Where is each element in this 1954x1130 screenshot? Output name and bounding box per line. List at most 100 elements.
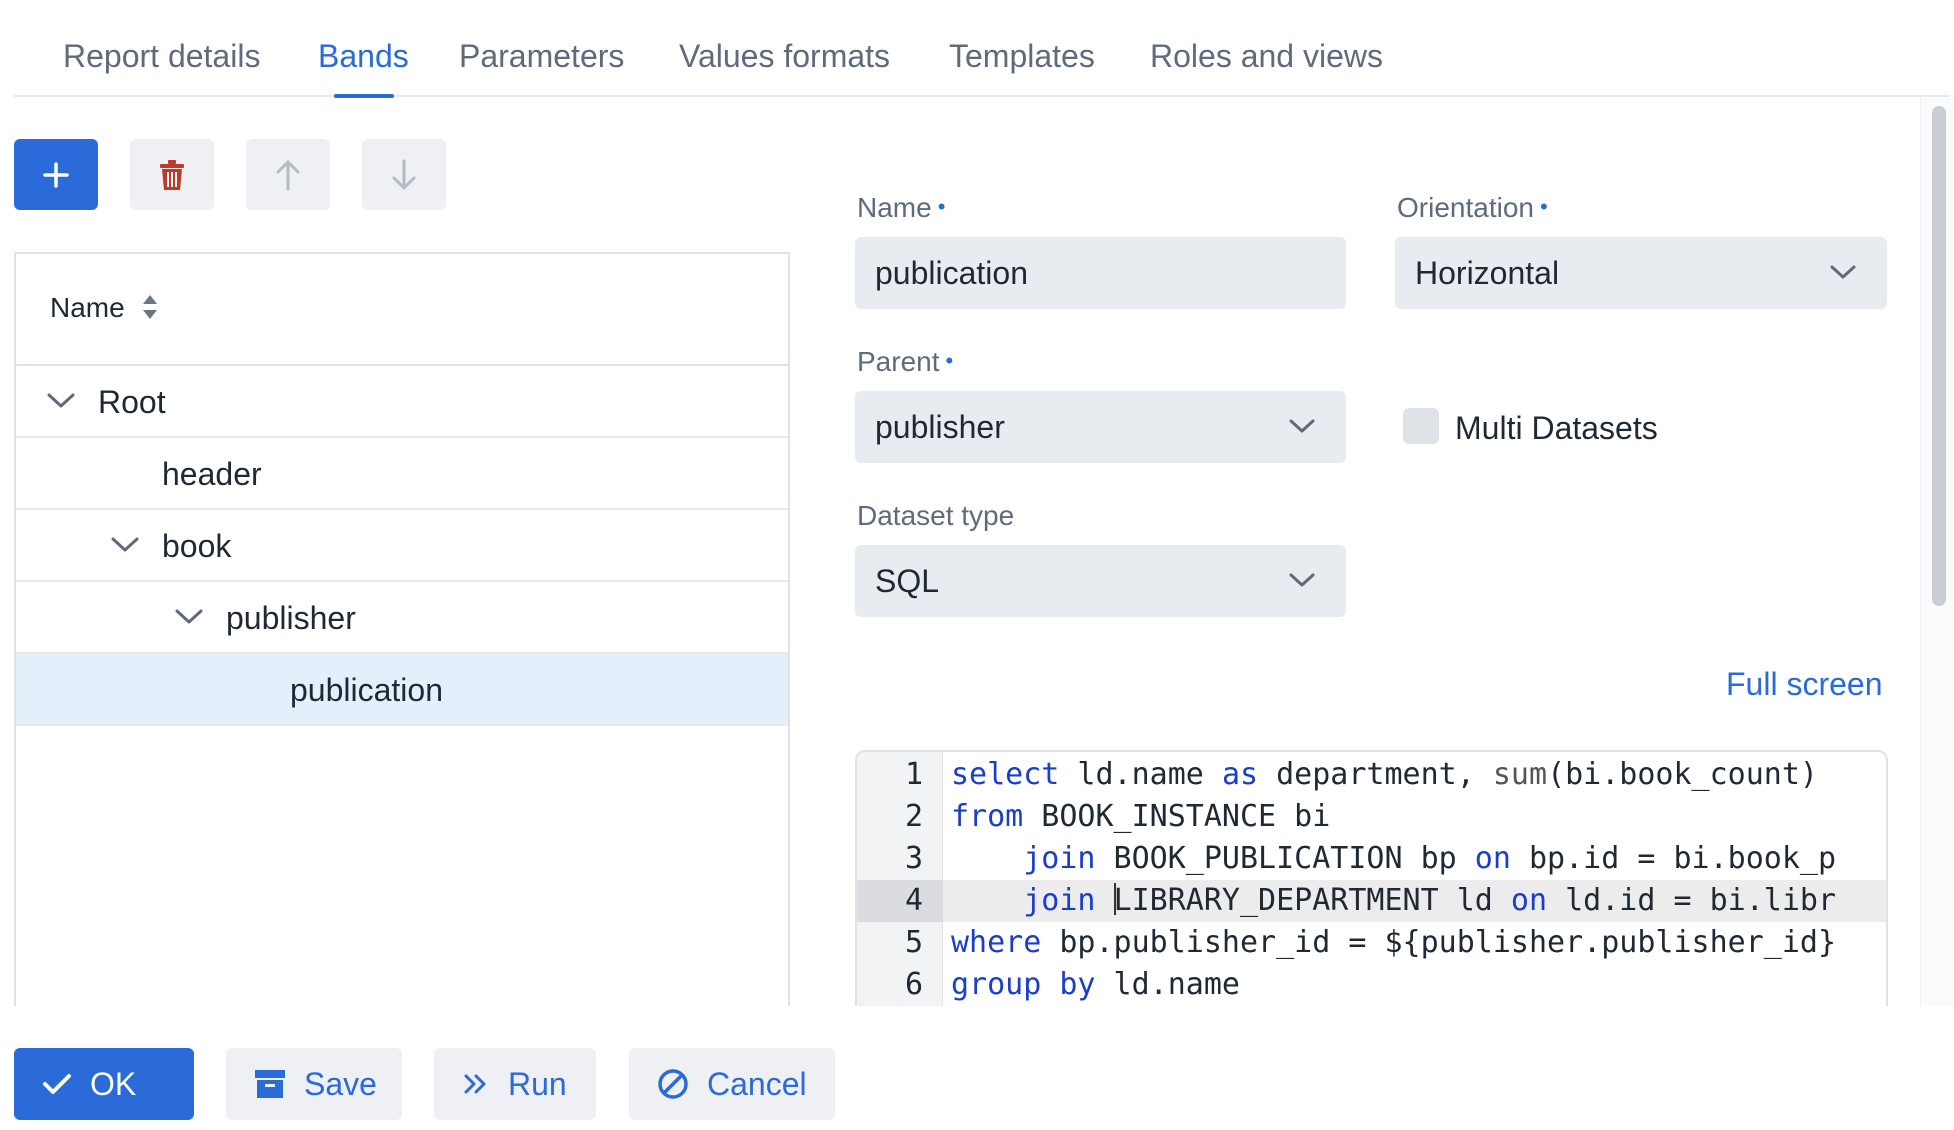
multi-datasets-label[interactable]: Multi Datasets [1455, 408, 1658, 448]
add-band-button[interactable] [14, 139, 98, 210]
code-line[interactable]: 2 from BOOK_INSTANCE bi [857, 796, 1886, 838]
name-label: Name • [857, 192, 946, 223]
move-down-button[interactable] [362, 139, 446, 210]
name-input[interactable]: publication [855, 237, 1346, 309]
delete-band-button[interactable] [130, 139, 214, 210]
orientation-label: Orientation • [1397, 192, 1548, 223]
cancel-icon [658, 1069, 688, 1099]
code-text: join BOOK_PUBLICATION bp on bp.id = bi.b… [951, 838, 1836, 880]
line-number: 6 [904, 967, 923, 1002]
multi-datasets-checkbox[interactable] [1403, 408, 1439, 444]
save-button[interactable]: Save [226, 1048, 402, 1120]
code-line[interactable]: 4 join LIBRARY_DEPARTMENT ld on ld.id = … [857, 880, 1886, 922]
tree-row-label: Root [98, 384, 166, 420]
code-line[interactable]: 3 join BOOK_PUBLICATION bp on bp.id = bi… [857, 838, 1886, 880]
dataset-type-select[interactable]: SQL [855, 545, 1346, 617]
line-number: 1 [904, 757, 923, 792]
scrollbar-thumb[interactable] [1932, 106, 1946, 606]
code-text: join LIBRARY_DEPARTMENT ld on ld.id = bi… [951, 880, 1836, 922]
sql-token: BOOK_PUBLICATION bp [1095, 841, 1475, 876]
tab-values-formats[interactable]: Values formats [679, 36, 890, 76]
required-marker: • [945, 348, 954, 373]
tab-parameters[interactable]: Parameters [459, 36, 624, 76]
tree-row-header[interactable]: header [16, 438, 788, 510]
active-tab-indicator [334, 94, 394, 98]
trash-icon [160, 159, 184, 190]
ok-button-label: OK [90, 1065, 137, 1102]
tree-header[interactable]: Name [16, 254, 788, 366]
code-line[interactable]: 5 where bp.publisher_id = ${publisher.pub… [857, 922, 1886, 964]
bands-tree: Name Root header book publisher publicat… [14, 252, 790, 1012]
sql-keyword: from [951, 799, 1024, 834]
archive-icon [255, 1070, 285, 1098]
save-button-label: Save [304, 1065, 377, 1102]
chevron-down-icon [1289, 573, 1315, 587]
sql-keyword: join [1023, 883, 1096, 918]
sql-token: LIBRARY_DEPARTMENT ld [1113, 883, 1511, 918]
code-text: select ld.name as department, sum(bi.boo… [951, 754, 1818, 796]
sql-token: ld.name [1059, 757, 1222, 792]
required-marker: • [1539, 194, 1548, 219]
tree-row-book[interactable]: book [16, 510, 788, 582]
line-number: 3 [904, 841, 923, 876]
name-input-value: publication [875, 255, 1028, 291]
sql-token: department, [1258, 757, 1493, 792]
code-text: where bp.publisher_id = ${publisher.publ… [951, 922, 1836, 964]
chevron-down-icon[interactable] [110, 534, 140, 554]
run-button-label: Run [508, 1065, 567, 1102]
sql-code-editor[interactable]: 1 select ld.name as department, sum(bi.bo… [855, 750, 1888, 1006]
sort-icon[interactable] [142, 294, 158, 320]
tree-row-publication[interactable]: publication [16, 654, 788, 726]
sql-token: (bi.book_count) [1547, 757, 1818, 792]
tree-row-root[interactable]: Root [16, 366, 788, 438]
sql-keyword: join [1023, 841, 1096, 876]
full-screen-link[interactable]: Full screen [1726, 666, 1883, 703]
code-line[interactable]: 1 select ld.name as department, sum(bi.bo… [857, 754, 1886, 796]
sql-keyword: group by [951, 967, 1096, 1002]
sql-keyword: on [1474, 841, 1511, 876]
chevron-down-icon [1830, 265, 1856, 279]
plus-icon [43, 161, 69, 188]
tree-row-label: publication [290, 672, 443, 708]
required-marker: • [937, 194, 946, 219]
sql-token: bp.id = bi.book_p [1510, 841, 1837, 876]
line-number: 5 [904, 925, 923, 960]
ok-button[interactable]: OK [14, 1048, 194, 1120]
tab-roles-and-views[interactable]: Roles and views [1150, 36, 1383, 76]
sql-token: ld.name [1095, 967, 1240, 1002]
code-text: group by ld.name [951, 964, 1240, 1006]
run-button[interactable]: Run [434, 1048, 596, 1120]
chevron-down-icon[interactable] [46, 390, 76, 410]
tab-bar: Report details Bands Parameters Values f… [14, 0, 1950, 98]
arrow-down-icon [392, 159, 416, 189]
sql-token: bp.publisher_id = ${publisher.publisher_… [1041, 925, 1837, 960]
line-number: 2 [904, 799, 923, 834]
cancel-button-label: Cancel [707, 1065, 807, 1102]
double-chevron-right-icon [464, 1074, 486, 1094]
tab-templates[interactable]: Templates [949, 36, 1095, 76]
sql-token: ld.id = bi.libr [1547, 883, 1837, 918]
tab-bands[interactable]: Bands [318, 36, 409, 76]
tree-row-label: header [162, 456, 262, 492]
line-number: 4 [857, 880, 943, 922]
parent-select[interactable]: publisher [855, 391, 1346, 463]
tab-report-details[interactable]: Report details [63, 36, 260, 76]
orientation-select[interactable]: Horizontal [1395, 237, 1887, 309]
dataset-type-select-value: SQL [875, 563, 940, 599]
tree-row-publisher[interactable]: publisher [16, 582, 788, 654]
code-text: from BOOK_INSTANCE bi [951, 796, 1330, 838]
cancel-button[interactable]: Cancel [629, 1048, 835, 1120]
parent-select-value: publisher [875, 409, 1005, 445]
name-column-header: Name [50, 292, 125, 323]
sql-token: BOOK_INSTANCE bi [1023, 799, 1331, 834]
tree-row-label: book [162, 528, 232, 564]
chevron-down-icon[interactable] [174, 606, 204, 626]
parent-label: Parent • [857, 346, 954, 377]
move-up-button[interactable] [246, 139, 330, 210]
code-line[interactable]: 6 group by ld.name [857, 964, 1886, 1006]
sql-keyword: as [1221, 757, 1259, 792]
sql-keyword: where [951, 925, 1042, 960]
